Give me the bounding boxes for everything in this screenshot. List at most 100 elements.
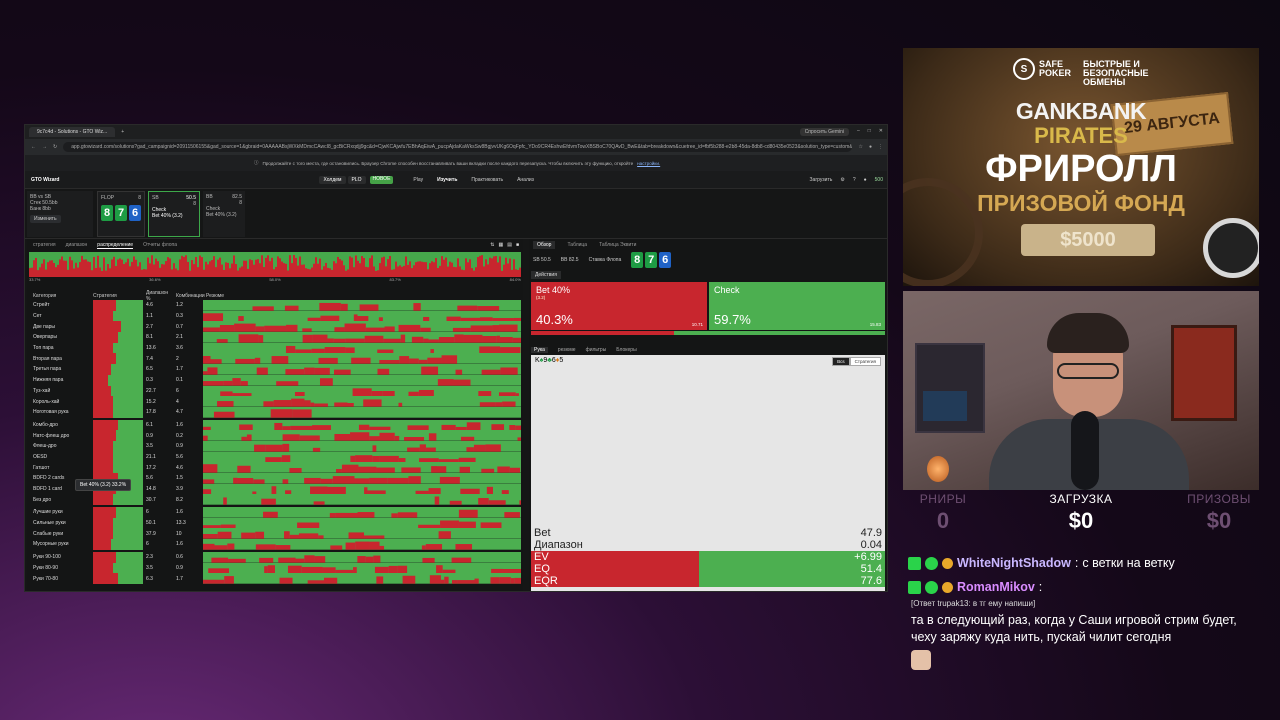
nav-play[interactable]: Play (413, 177, 423, 183)
list-icon[interactable]: ▤ (507, 242, 512, 248)
distribution-panel: стратегия диапазон распределение Отчеты … (27, 239, 523, 591)
tab-strategy[interactable]: стратегия (33, 242, 56, 248)
url-field[interactable]: app.gtowizard.com/solutions?gad_campaign… (63, 142, 853, 152)
nav-practice[interactable]: Практиковать (471, 177, 503, 183)
toggle-all[interactable]: Bcs (832, 357, 850, 366)
table-row[interactable]: Сильные руки 50.1 13.3 (29, 517, 521, 529)
category-name: OESD (33, 453, 48, 460)
settings-icon[interactable]: ⚙ (840, 177, 844, 183)
table-row[interactable]: Туз-хай 22.7 6 (29, 385, 521, 397)
table-row[interactable]: Мусорные руки 6 1.6 (29, 539, 521, 550)
category-name: Слабые руки (33, 530, 64, 537)
tab-equity-table[interactable]: Таблица Эквити (599, 242, 636, 248)
table-row[interactable]: Натс-флеш дро 0.9 0.2 (29, 430, 521, 441)
table-row[interactable]: Нижняя пара 0.3 0.1 (29, 374, 521, 386)
ask-gemini-button[interactable]: Спросить Gemini (799, 128, 849, 136)
new-tab-icon[interactable]: + (121, 129, 124, 135)
stat-eqr: EQR 77.6 (534, 575, 882, 587)
browser-tab[interactable]: 9c7c4d - Solutions - GTO Wiz... (29, 127, 116, 137)
nav-study[interactable]: Изучить (437, 177, 457, 183)
tab-summary[interactable]: резюме (558, 347, 576, 353)
chat-message: WhiteNightShadow: с ветки на ветку (908, 553, 1268, 573)
browser-tabbar: 9c7c4d - Solutions - GTO Wiz... + Спроси… (25, 125, 887, 139)
stat-eq: EQ 51.4 (534, 563, 882, 575)
table-row[interactable]: Две пары 2.7 0.7 (29, 321, 521, 333)
col-category[interactable]: Категория (29, 293, 93, 299)
sort-icon[interactable]: ⇅ (490, 242, 494, 248)
bet-action-box[interactable]: Bet 40% (3.2) 40.3% 10.71 (531, 282, 707, 330)
toggle-strategy[interactable]: Стратегия (849, 357, 881, 366)
upload-button[interactable]: Загрузить (810, 177, 833, 183)
reload-icon[interactable]: ↻ (53, 144, 57, 150)
category-name: Туз-хай (33, 387, 51, 394)
mode-holdem[interactable]: Холдем (319, 175, 346, 184)
grid-icon[interactable]: ▦ (499, 242, 504, 248)
summary-bar (203, 374, 521, 386)
chat-username[interactable]: WhiteNightShadow (957, 556, 1071, 570)
table-row[interactable]: Сет 1.1 0.3 (29, 310, 521, 322)
table-row[interactable]: Без дро 30.7 8.2 (29, 494, 521, 506)
bookmark-star-icon[interactable]: ☆ (858, 144, 862, 150)
hand-emote-icon (911, 650, 931, 670)
new-badge: НОВОЕ (369, 175, 394, 184)
gto-wizard-logo[interactable]: GTO Wizard (31, 177, 59, 183)
tab-blockers[interactable]: Блокеры (616, 347, 636, 353)
tab-filters[interactable]: фильтры (586, 347, 607, 353)
nav-analyze[interactable]: Анализ (517, 177, 534, 183)
strategy-bar (93, 551, 143, 563)
table-row[interactable]: Оверпары 8.1 2.1 (29, 332, 521, 343)
tab-range[interactable]: диапазон (66, 242, 88, 248)
minimize-icon[interactable]: – (857, 128, 860, 136)
table-row[interactable]: Третья пара 6.5 1.7 (29, 364, 521, 375)
bb-bet[interactable]: Bet 40% (206, 212, 225, 218)
tab-table[interactable]: Таблица (567, 242, 587, 248)
summary-bar (203, 473, 521, 484)
maximize-icon[interactable]: □ (868, 128, 871, 136)
table-row[interactable]: Стрейт 4.6 1.2 (29, 300, 521, 311)
table-row[interactable]: Гатшот 17.2 4.6 (29, 462, 521, 473)
close-icon[interactable]: ✕ (879, 128, 883, 136)
table-row[interactable]: Комбо-дро 6.1 1.6 (29, 419, 521, 431)
table-row[interactable]: Руки 90-100 2.3 0.6 (29, 551, 521, 563)
tab-distribution[interactable]: распределение (97, 242, 134, 249)
table-row[interactable]: Слабые руки 37.9 10 (29, 528, 521, 540)
range-pct: 50.1 (146, 520, 156, 527)
tab-overview[interactable]: Обзор (533, 241, 556, 249)
range-pct: 0.3 (146, 377, 153, 384)
table-row[interactable]: Руки 80-90 3.5 0.9 (29, 562, 521, 574)
infobar-settings-link[interactable]: настройки. (637, 161, 660, 166)
browser-menu-icon[interactable]: ⋮ (878, 144, 883, 150)
forward-icon[interactable]: → (42, 144, 47, 150)
table-row[interactable]: Руки 70-80 6.3 1.7 (29, 573, 521, 584)
table-row[interactable]: Топ пара 13.6 3.6 (29, 342, 521, 354)
chat-username[interactable]: RomanMikov (957, 580, 1035, 594)
profile-icon[interactable]: ● (869, 144, 872, 150)
flop-card[interactable]: FLOP 8 8 7 6 (97, 191, 145, 237)
back-icon[interactable]: ← (31, 144, 36, 150)
col-combos[interactable]: Комбинации (173, 293, 205, 299)
table-row[interactable]: Ноготовая рука 17.8 4.7 (29, 406, 521, 418)
combos-count: 5.6 (176, 453, 183, 460)
help-icon[interactable]: ? (853, 177, 856, 183)
tab-flop-reports[interactable]: Отчеты флопа (143, 242, 177, 248)
category-name: Натс-флеш дро (33, 432, 70, 439)
actions-dropdown[interactable]: Действия (531, 271, 561, 279)
heart-badge-icon (925, 556, 938, 570)
table-row[interactable]: Флеш-дро 3.5 0.9 (29, 440, 521, 452)
table-row[interactable]: Вторая пара 7.4 2 (29, 353, 521, 365)
tab-hand[interactable]: Рука (531, 347, 548, 353)
col-summary[interactable]: Резюме (203, 293, 224, 299)
expand-icon[interactable]: ■ (516, 242, 519, 248)
mode-plo[interactable]: PLO (347, 175, 366, 184)
combos-count: 2 (176, 355, 179, 362)
table-row[interactable]: OESD 21.1 5.6 (29, 451, 521, 463)
edit-button[interactable]: Изменить (30, 215, 61, 223)
check-action-box[interactable]: Check 59.7% 15.83 (709, 282, 885, 330)
bb-action-card[interactable]: BB 82.5 8 Check Bet 40% (3.2) (203, 191, 245, 237)
sb-bet[interactable]: Bet 40% (152, 213, 171, 219)
table-row[interactable]: Король-хай 15.2 4 (29, 396, 521, 407)
user-icon[interactable]: ● (864, 177, 867, 183)
sb-action-card[interactable]: SB 50.5 8 Check Bet 40% (3.2) (148, 191, 200, 237)
table-row[interactable]: Лучшие руки 6 1.6 (29, 507, 521, 518)
col-strategy[interactable]: Стратегия (93, 293, 143, 299)
